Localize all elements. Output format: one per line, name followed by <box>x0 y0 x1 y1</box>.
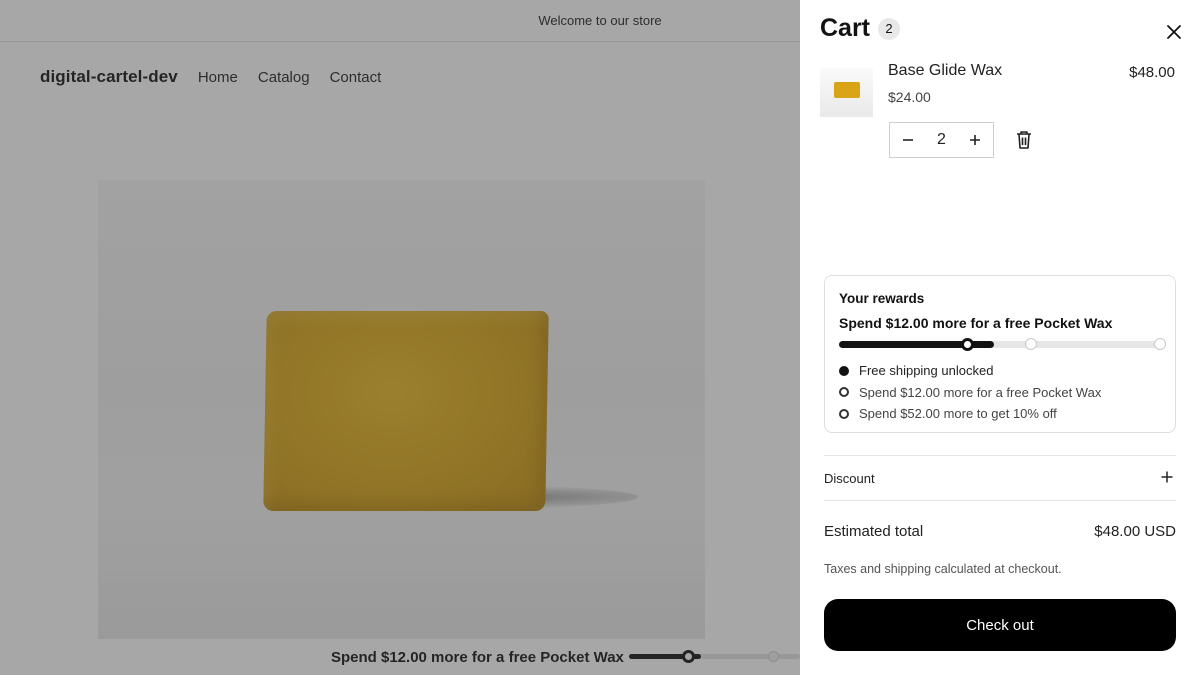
quantity-stepper <box>889 122 994 158</box>
close-cart-button[interactable] <box>1164 22 1184 42</box>
reward-label: Spend $12.00 more for a free Pocket Wax <box>859 384 1102 400</box>
rewards-panel: Your rewards Spend $12.00 more for a fre… <box>824 275 1176 433</box>
reward-item: Free shipping unlocked <box>839 360 1101 382</box>
tax-note: Taxes and shipping calculated at checkou… <box>824 562 1062 576</box>
unit-price: $24.00 <box>888 89 931 105</box>
product-title-link[interactable]: Base Glide Wax <box>888 62 1002 80</box>
product-thumbnail[interactable] <box>820 68 873 117</box>
estimated-total-row: Estimated total $48.00 USD <box>824 523 1176 540</box>
cart-count-badge: 2 <box>878 17 901 40</box>
rewards-milestone <box>1154 338 1166 350</box>
reward-label: Spend $52.00 more to get 10% off <box>859 406 1057 422</box>
estimated-total-value: $48.00 USD <box>1094 523 1176 540</box>
checkout-button[interactable]: Check out <box>824 599 1176 651</box>
rewards-progress-bar <box>839 338 1166 351</box>
drawer-backdrop[interactable] <box>0 0 800 675</box>
increase-quantity-button[interactable] <box>958 123 994 157</box>
rewards-heading: Your rewards <box>839 291 925 306</box>
quantity-input[interactable] <box>925 123 958 157</box>
line-price: $48.00 <box>1129 64 1175 81</box>
reward-item: Spend $12.00 more for a free Pocket Wax <box>839 382 1101 404</box>
rewards-list: Free shipping unlocked Spend $12.00 more… <box>839 360 1101 425</box>
cart-line-item: Base Glide Wax $24.00 $48.00 <box>820 60 1180 170</box>
remove-item-button[interactable] <box>1014 129 1034 151</box>
reward-status-dot <box>839 387 849 398</box>
reward-status-dot <box>839 365 849 376</box>
decrease-quantity-button[interactable] <box>890 123 926 157</box>
reward-label: Free shipping unlocked <box>859 363 994 379</box>
estimated-total-label: Estimated total <box>824 523 924 540</box>
cart-header: Cart 2 <box>820 14 901 43</box>
trash-icon <box>1017 131 1031 149</box>
cart-drawer: Cart 2 Base Glide Wax $24.00 $48.00 2 Yo… <box>800 0 1200 675</box>
close-icon <box>1167 25 1181 39</box>
wax-thumbnail-image <box>834 82 860 98</box>
rewards-milestone <box>1025 338 1037 350</box>
plus-icon <box>1160 468 1174 489</box>
cart-title: Cart <box>820 14 871 42</box>
rewards-headline: Spend $12.00 more for a free Pocket Wax <box>839 315 1113 331</box>
discount-toggle[interactable]: Discount <box>824 455 1176 501</box>
plus-icon <box>970 135 981 145</box>
rewards-milestone-reached <box>961 338 974 351</box>
reward-status-dot <box>839 408 849 419</box>
reward-item: Spend $52.00 more to get 10% off <box>839 403 1101 425</box>
discount-label: Discount <box>824 470 875 486</box>
minus-icon <box>902 139 913 141</box>
